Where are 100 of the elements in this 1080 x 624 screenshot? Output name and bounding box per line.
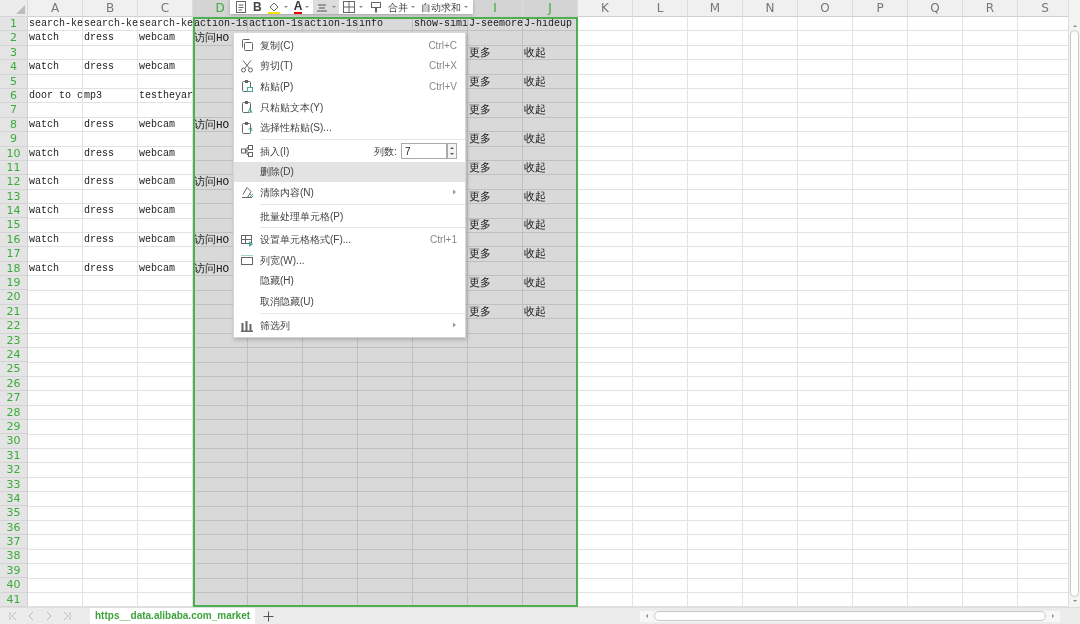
select-all-icon[interactable]	[16, 5, 25, 14]
row-header[interactable]: 20	[0, 290, 28, 305]
menu-item[interactable]: 列宽(W)...	[234, 249, 465, 271]
column-header[interactable]: S	[1018, 0, 1068, 17]
column-header[interactable]: L	[633, 0, 688, 17]
column-header[interactable]: A	[28, 0, 83, 17]
shortcut-label: Ctrl+V	[428, 80, 457, 94]
table-cell: 访问HO	[193, 31, 230, 46]
count-field[interactable]: 7	[401, 143, 447, 160]
table-cell: 更多	[468, 160, 491, 176]
eraser-icon	[240, 185, 254, 200]
row-header[interactable]: 35	[0, 506, 28, 521]
shortcut-label: Ctrl+X	[428, 59, 457, 74]
column-header[interactable]: R	[963, 0, 1018, 17]
first-sheet-icon[interactable]	[8, 611, 18, 621]
scroll-left-icon[interactable]	[644, 612, 650, 620]
row-header[interactable]: 37	[0, 535, 28, 550]
column-header[interactable]: P	[853, 0, 908, 17]
row-header[interactable]: 38	[0, 549, 28, 564]
menu-item[interactable]: 筛选列	[234, 314, 465, 336]
table-cell-text: dress	[83, 117, 114, 132]
scrollbar-thumb[interactable]	[1070, 30, 1079, 597]
row-header[interactable]: 4	[0, 60, 28, 75]
table-cell: 更多	[468, 218, 491, 233]
menu-item-label: 插入(I)	[260, 144, 290, 159]
table-cell: watch	[28, 175, 59, 190]
clipboard-icon	[240, 100, 254, 115]
menu-item[interactable]: 批量处理单元格(P)	[234, 205, 465, 227]
row-header[interactable]: 14	[0, 204, 28, 219]
table-cell: dress	[83, 175, 114, 190]
table-cell: 收起	[523, 218, 546, 233]
table-cell: 访问HO	[193, 117, 230, 133]
row-header[interactable]: 1	[0, 17, 28, 32]
menu-item[interactable]: 清除内容(N)	[234, 182, 465, 203]
row-header[interactable]: 25	[0, 362, 28, 377]
filter-column-icon	[240, 318, 254, 332]
menu-item[interactable]: 只粘贴文本(Y)	[234, 96, 465, 118]
row-header[interactable]: 22	[0, 319, 28, 334]
scrollbar-thumb[interactable]	[654, 611, 1046, 621]
vertical-scrollbar[interactable]	[1068, 0, 1080, 607]
column-header[interactable]: C	[138, 0, 193, 17]
toolbar-button[interactable]: 合并	[386, 0, 419, 14]
spinner-arrows-icon[interactable]	[447, 143, 457, 160]
table-cell-text: J-seemore	[468, 17, 523, 31]
menu-item[interactable]: 删除(D)	[234, 161, 465, 183]
row-header[interactable]: 40	[0, 578, 28, 593]
row-header[interactable]: 7	[0, 103, 28, 118]
previous-sheet-icon[interactable]	[26, 611, 36, 621]
column-header[interactable]: B	[83, 0, 138, 17]
table-cell: dress	[83, 204, 114, 219]
menu-item[interactable]: 设置单元格格式(F)... Ctrl+1	[234, 229, 465, 250]
add-sheet-icon[interactable]	[263, 610, 275, 622]
scroll-right-icon[interactable]	[1050, 612, 1056, 620]
row-header[interactable]: 27	[0, 391, 28, 406]
menu-item[interactable]: 取消隐藏(U)	[234, 291, 465, 312]
clipboard-icon	[240, 120, 254, 135]
menu-item[interactable]: 复制(C) Ctrl+C	[234, 35, 465, 56]
table-cell-text: search-ke	[83, 17, 138, 31]
column-header[interactable]: N	[743, 0, 798, 17]
table-cell: 访问HO	[193, 261, 230, 277]
row-header[interactable]: 9	[0, 132, 28, 147]
clipboard-icon	[240, 79, 254, 94]
horizontal-scrollbar[interactable]	[640, 610, 1060, 622]
column-width-icon	[240, 253, 254, 268]
toolbar-button[interactable]: B	[251, 0, 264, 14]
insert-cells-icon	[240, 144, 254, 159]
column-header[interactable]: J	[523, 0, 578, 17]
toolbar-button[interactable]	[313, 0, 340, 14]
menu-item[interactable]: 选择性粘贴(S)...	[234, 117, 465, 138]
column-header[interactable]: Q	[908, 0, 963, 17]
row-header[interactable]: 12	[0, 175, 28, 190]
row-header[interactable]: 30	[0, 434, 28, 449]
menu-item[interactable]: 隐藏(H)	[234, 270, 465, 292]
column-header[interactable]: K	[578, 0, 633, 17]
row-header[interactable]: 2	[0, 31, 28, 46]
row-header[interactable]: 15	[0, 218, 28, 233]
shortcut-label: Ctrl+C	[428, 38, 457, 53]
table-cell-text: watch	[28, 261, 59, 276]
table-cell: webcam	[138, 175, 175, 190]
row-header[interactable]: 17	[0, 247, 28, 262]
menu-item[interactable]: 粘贴(P) Ctrl+V	[234, 76, 465, 97]
table-cell-text: search-ke	[28, 17, 83, 31]
format-painter-icon	[369, 0, 384, 14]
table-cell: watch	[28, 31, 59, 46]
toolbar-button[interactable]: A	[291, 0, 313, 14]
table-cell: 访问HO	[193, 175, 230, 190]
column-header[interactable]: I	[468, 0, 523, 17]
menu-item[interactable]: 插入(I) 列数: 7	[234, 140, 465, 162]
next-sheet-icon[interactable]	[44, 611, 54, 621]
row-header[interactable]: 32	[0, 463, 28, 478]
column-header[interactable]: M	[688, 0, 743, 17]
last-sheet-icon[interactable]	[62, 611, 72, 621]
menu-item[interactable]: 剪切(T) Ctrl+X	[234, 55, 465, 77]
table-cell-text: J-hideup	[523, 17, 572, 31]
fill-bucket-icon	[266, 0, 281, 14]
sheet-tab[interactable]: https__data.alibaba.com_market	[90, 608, 256, 624]
row-header[interactable]: 19	[0, 276, 28, 291]
document-icon	[234, 0, 248, 14]
table-cell: 访问HO	[193, 232, 230, 248]
column-header[interactable]: O	[798, 0, 853, 17]
